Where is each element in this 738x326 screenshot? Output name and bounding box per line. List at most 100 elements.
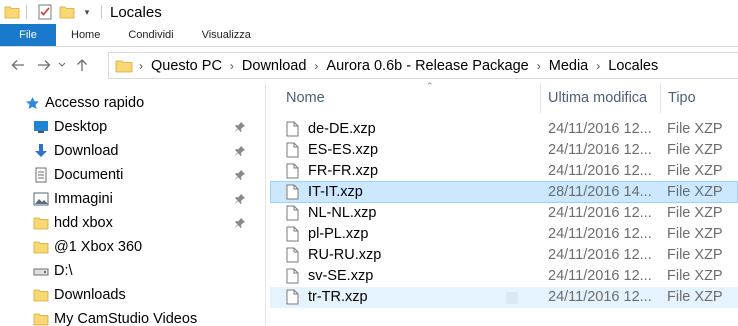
breadcrumb-item[interactable]: Aurora 0.6b - Release Package: [326, 58, 528, 74]
breadcrumb-chevron-icon[interactable]: ›: [314, 59, 318, 73]
address-bar[interactable]: › Questo PC › Download › Aurora 0.6b - R…: [108, 52, 738, 79]
file-type: File XZP: [667, 163, 723, 179]
sidebar-item-pictures[interactable]: Immagini: [0, 187, 265, 211]
up-arrow-icon[interactable]: [71, 54, 93, 76]
file-type: File XZP: [667, 289, 723, 305]
column-header-label: Ultima modifica: [548, 90, 648, 106]
pin-icon[interactable]: [234, 145, 246, 157]
breadcrumb-item[interactable]: Questo PC: [151, 58, 222, 74]
drag-ghost-icon: [506, 292, 518, 304]
file-icon: [286, 289, 299, 305]
pin-icon[interactable]: [234, 193, 246, 205]
pin-icon[interactable]: [234, 121, 246, 133]
sidebar-item-documents[interactable]: Documenti: [0, 163, 265, 187]
breadcrumb-chevron-icon[interactable]: ›: [596, 59, 600, 73]
file-name: FR-FR.xzp: [308, 163, 379, 179]
customize-toolbar-icon[interactable]: ▾: [79, 4, 95, 20]
file-name: pl-PL.xzp: [308, 226, 369, 242]
file-type: File XZP: [667, 268, 723, 284]
column-header-type[interactable]: Tipo: [668, 83, 738, 113]
breadcrumb-chevron-icon[interactable]: ›: [537, 59, 541, 73]
file-name: RU-RU.xzp: [308, 247, 382, 263]
file-row[interactable]: ES-ES.xzp 24/11/2016 12... File XZP: [270, 140, 738, 161]
file-row[interactable]: NL-NL.xzp 24/11/2016 12... File XZP: [270, 203, 738, 224]
sidebar-item-xbox-360[interactable]: @1 Xbox 360: [0, 235, 265, 259]
sidebar-item-downloads[interactable]: Downloads: [0, 283, 265, 307]
file-modified: 24/11/2016 12...: [548, 268, 652, 284]
sidebar-item-label: Accesso rapido: [45, 95, 145, 111]
file-icon: [286, 184, 299, 200]
sidebar-item-drive-d[interactable]: D:\: [0, 259, 265, 283]
tab-file[interactable]: File: [0, 24, 56, 46]
folder-icon: [115, 59, 133, 73]
navigation-pane: Accesso rapido Desktop Download Document…: [0, 83, 265, 326]
sidebar-item-hdd-xbox[interactable]: hdd xbox: [0, 211, 265, 235]
file-type: File XZP: [667, 226, 723, 242]
pin-icon[interactable]: [234, 217, 246, 229]
column-divider[interactable]: [660, 83, 661, 113]
new-folder-icon[interactable]: [59, 4, 75, 20]
folder-icon: [4, 4, 20, 20]
file-row[interactable]: de-DE.xzp 24/11/2016 12... File XZP: [270, 119, 738, 140]
star-icon: [24, 95, 41, 112]
pin-icon[interactable]: [234, 169, 246, 181]
drive-icon: [32, 263, 49, 280]
tab-home[interactable]: Home: [56, 24, 114, 46]
file-modified: 24/11/2016 12...: [548, 142, 652, 158]
sidebar-item-camstudio-videos[interactable]: My CamStudio Videos: [0, 307, 265, 326]
sidebar-item-label: @1 Xbox 360: [54, 239, 143, 255]
file-row-selected[interactable]: IT-IT.xzp 28/11/2016 14... File XZP: [270, 181, 738, 203]
divider: [26, 5, 27, 19]
file-icon: [286, 226, 299, 242]
file-row[interactable]: FR-FR.xzp 24/11/2016 12... File XZP: [270, 161, 738, 182]
sidebar-item-download[interactable]: Download: [0, 139, 265, 163]
file-modified: 28/11/2016 14...: [548, 184, 652, 200]
file-modified: 24/11/2016 12...: [548, 226, 652, 242]
breadcrumb-item[interactable]: Download: [242, 58, 307, 74]
folder-icon: [32, 311, 49, 326]
file-row[interactable]: pl-PL.xzp 24/11/2016 12... File XZP: [270, 224, 738, 245]
file-type: File XZP: [667, 184, 723, 200]
back-arrow-icon[interactable]: [7, 54, 29, 76]
file-modified: 24/11/2016 12...: [548, 247, 652, 263]
file-icon: [286, 121, 299, 137]
sidebar-item-label: D:\: [54, 263, 73, 279]
window-title: Locales: [110, 3, 162, 21]
file-row[interactable]: sv-SE.xzp 24/11/2016 12... File XZP: [270, 266, 738, 287]
file-name: ES-ES.xzp: [308, 142, 379, 158]
file-modified: 24/11/2016 12...: [548, 205, 652, 221]
recent-locations-chevron-icon[interactable]: [55, 54, 69, 76]
sidebar-item-label: Documenti: [54, 167, 124, 183]
breadcrumb-item[interactable]: Media: [549, 58, 589, 74]
sidebar-item-label: My CamStudio Videos: [54, 311, 198, 326]
forward-arrow-icon[interactable]: [33, 54, 55, 76]
column-divider[interactable]: [540, 83, 541, 113]
file-row-hovered[interactable]: tr-TR.xzp 24/11/2016 12... File XZP: [270, 287, 738, 308]
sidebar-item-label: Immagini: [54, 191, 113, 207]
properties-icon[interactable]: [37, 4, 53, 20]
navigation-bar: › Questo PC › Download › Aurora 0.6b - R…: [0, 47, 738, 83]
file-icon: [286, 142, 299, 158]
file-name: NL-NL.xzp: [308, 205, 377, 221]
breadcrumb-item[interactable]: Locales: [608, 58, 658, 74]
tab-share[interactable]: Condividi: [114, 24, 187, 46]
sidebar-item-desktop[interactable]: Desktop: [0, 115, 265, 139]
sidebar-item-label: Download: [54, 143, 119, 159]
file-icon: [286, 205, 299, 221]
sidebar-item-quick-access[interactable]: Accesso rapido: [0, 91, 265, 115]
file-icon: [286, 268, 299, 284]
pictures-icon: [32, 191, 49, 208]
file-modified: 24/11/2016 12...: [548, 289, 652, 305]
file-row[interactable]: RU-RU.xzp 24/11/2016 12... File XZP: [270, 245, 738, 266]
column-header-label: Nome: [286, 90, 325, 106]
breadcrumb-chevron-icon[interactable]: ›: [230, 59, 234, 73]
file-type: File XZP: [667, 247, 723, 263]
folder-icon: [32, 215, 49, 232]
breadcrumb-chevron-icon[interactable]: ›: [139, 59, 143, 73]
column-header-name[interactable]: ⌃ Nome: [286, 81, 538, 113]
tab-view[interactable]: Visualizza: [188, 24, 265, 46]
sidebar-item-label: hdd xbox: [54, 215, 113, 231]
column-header-modified[interactable]: Ultima modifica: [548, 83, 658, 113]
file-modified: 24/11/2016 12...: [548, 163, 652, 179]
folder-icon: [32, 239, 49, 256]
